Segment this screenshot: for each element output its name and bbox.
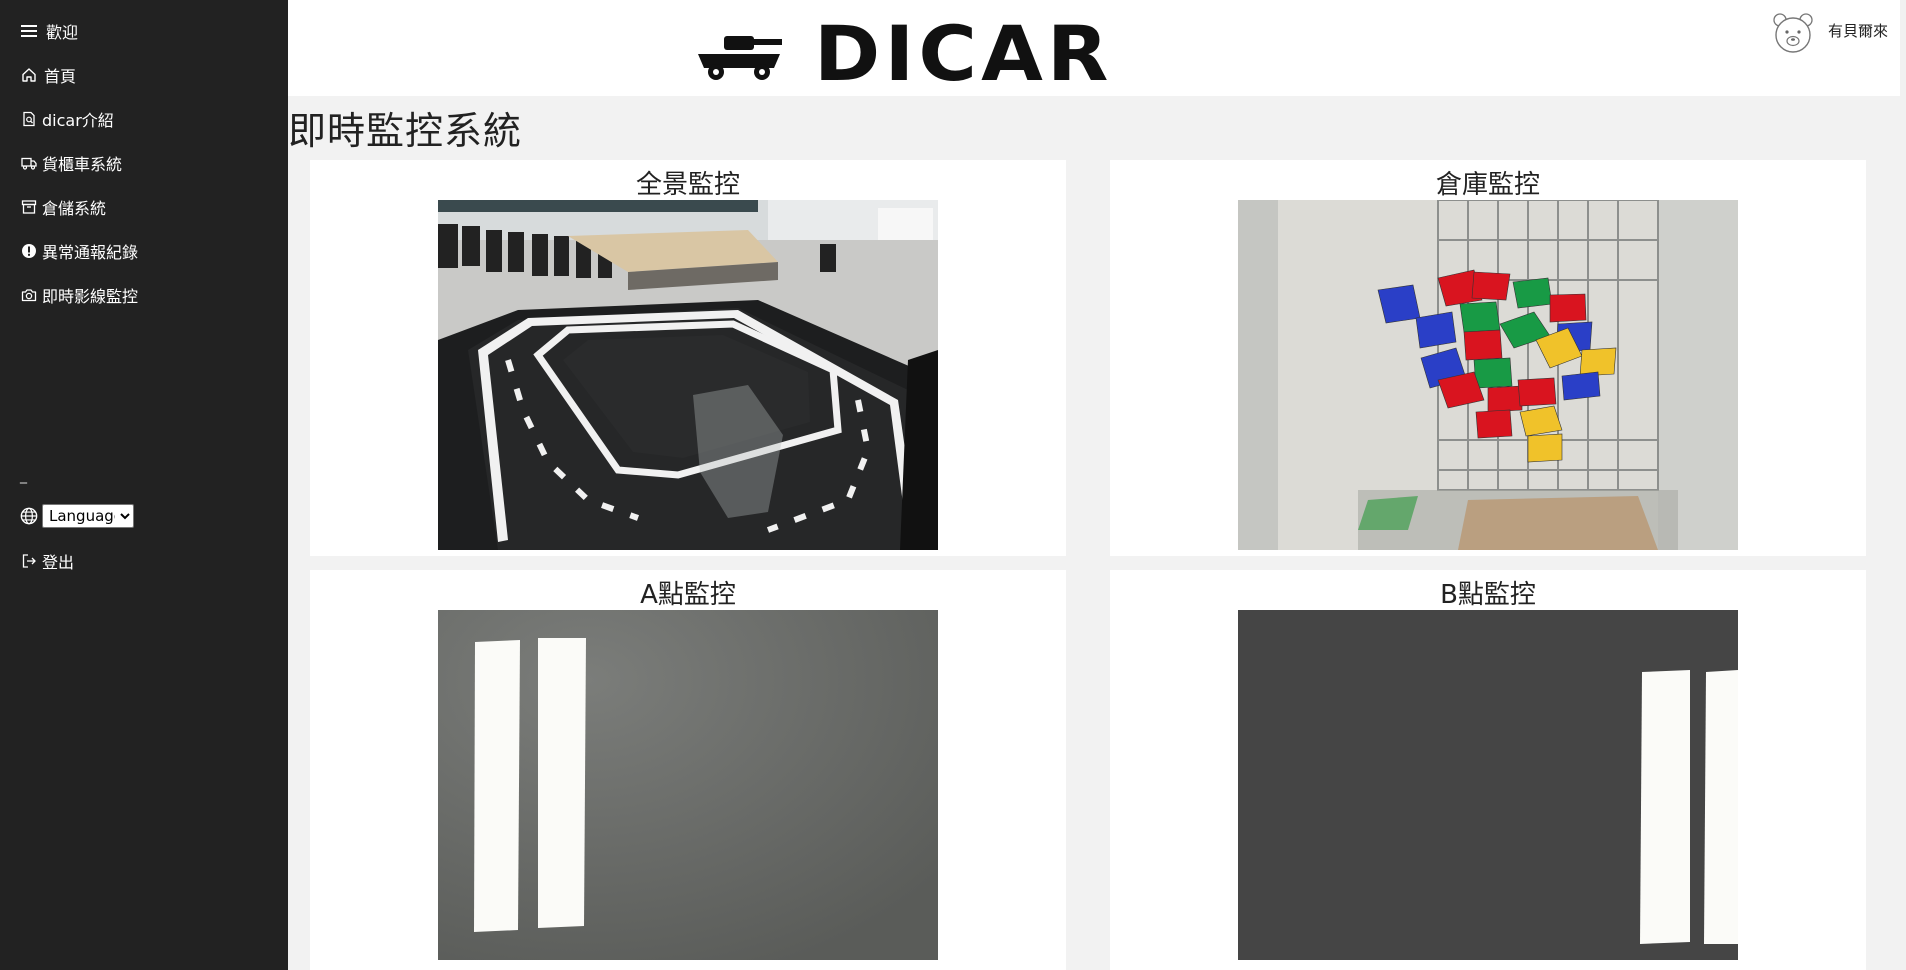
camera-icon <box>20 286 38 304</box>
sidebar: 歡迎 首頁 dicar介紹 貨櫃車系統 倉儲系統 異常通報紀錄 即時影線監控 _… <box>0 0 288 970</box>
sidebar-item-label: 首頁 <box>44 67 77 86</box>
hamburger-menu-icon <box>20 22 38 40</box>
sidebar-item-warehouse[interactable]: 倉儲系統 <box>20 192 106 222</box>
sidebar-item-logout[interactable]: 登出 <box>20 546 74 576</box>
exclamation-circle-icon <box>20 242 38 260</box>
monitor-card-panorama: 全景監控 <box>310 160 1066 556</box>
sidebar-toggle-welcome[interactable]: 歡迎 <box>20 16 78 46</box>
monitor-card-point-a: A點監控 <box>310 570 1066 970</box>
sidebar-item-dicar-intro[interactable]: dicar介紹 <box>20 104 114 134</box>
dicar-logo[interactable]: DICAR <box>694 16 1109 92</box>
tank-icon <box>698 36 782 80</box>
sidebar-item-label: 即時影線監控 <box>42 287 139 306</box>
monitor-title: A點監控 <box>640 580 736 610</box>
monitor-card-point-b: B點監控 <box>1110 570 1866 970</box>
top-header: DICAR 有貝爾來 <box>288 0 1906 96</box>
username[interactable]: 有貝爾來 <box>1828 20 1888 41</box>
point-b-video-feed[interactable] <box>1238 610 1738 960</box>
archive-icon <box>20 198 38 216</box>
bear-avatar-icon[interactable] <box>1772 12 1814 54</box>
monitor-title: 倉庫監控 <box>1435 170 1540 200</box>
house-icon <box>20 66 38 84</box>
globe-icon <box>20 507 38 525</box>
monitor-card-warehouse: 倉庫監控 <box>1110 160 1866 556</box>
warehouse-video-feed[interactable] <box>1238 200 1738 550</box>
welcome-label: 歡迎 <box>46 23 79 42</box>
sidebar-item-label: 貨櫃車系統 <box>42 155 123 174</box>
sidebar-item-anomaly-log[interactable]: 異常通報紀錄 <box>20 236 138 266</box>
panorama-video-feed[interactable] <box>438 200 938 550</box>
sidebar-item-container-truck[interactable]: 貨櫃車系統 <box>20 148 122 178</box>
sidebar-item-label: 倉儲系統 <box>42 199 107 218</box>
monitor-title: B點監控 <box>1440 580 1536 610</box>
logout-icon <box>20 552 38 570</box>
page-scrollbar[interactable] <box>1900 0 1906 970</box>
point-a-video-feed[interactable] <box>438 610 938 960</box>
sidebar-item-label: dicar介紹 <box>42 111 114 130</box>
truck-icon <box>20 154 38 172</box>
page-title: 即時監控系統 <box>288 109 523 153</box>
logout-label: 登出 <box>42 553 75 572</box>
search-doc-icon <box>20 110 38 128</box>
language-row: Language <box>20 504 134 528</box>
logo-text: DICAR <box>814 9 1113 98</box>
monitor-title: 全景監控 <box>635 170 740 200</box>
sidebar-item-home[interactable]: 首頁 <box>20 60 76 90</box>
sidebar-item-label: 異常通報紀錄 <box>42 243 139 262</box>
sidebar-separator: _ <box>20 468 27 484</box>
sidebar-item-live-video[interactable]: 即時影線監控 <box>20 280 138 310</box>
language-select[interactable]: Language <box>42 504 134 528</box>
